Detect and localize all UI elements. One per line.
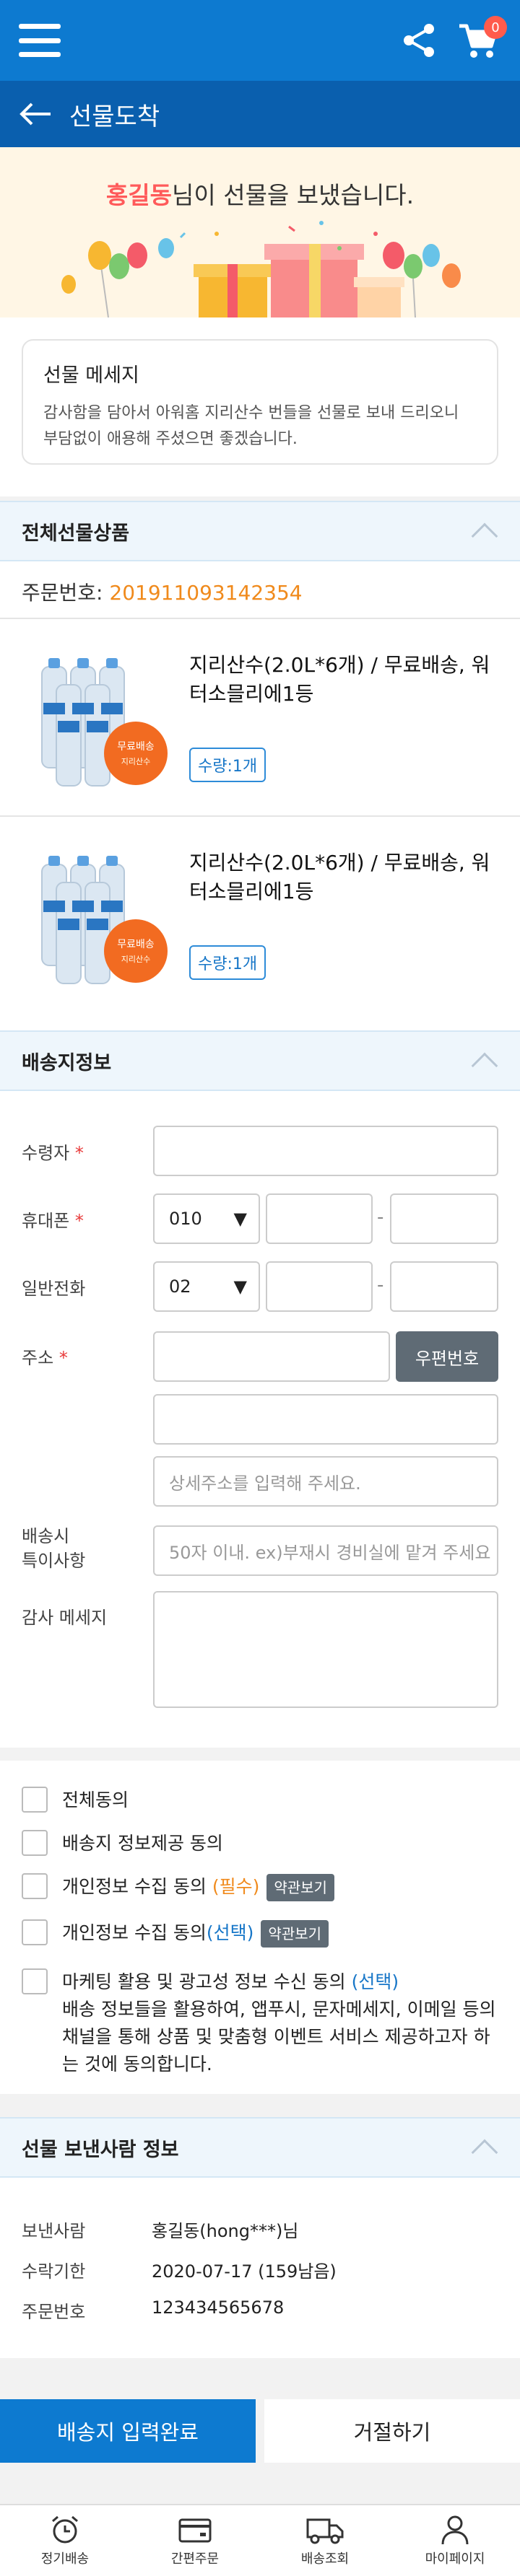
tel-last-input[interactable]	[390, 1261, 498, 1312]
phone-middle-input[interactable]	[266, 1193, 373, 1244]
cart-count-badge: 0	[484, 16, 507, 39]
truck-icon	[306, 2518, 344, 2544]
shipping-section-header[interactable]: 배송지정보	[0, 1030, 520, 1091]
product-image-sub: 지리산수	[121, 757, 150, 766]
page-title: 선물도착	[69, 102, 160, 131]
address-label: 주소 *	[22, 1348, 68, 1368]
chevron-up-icon[interactable]	[471, 1052, 498, 1079]
reject-button[interactable]: 거절하기	[264, 2399, 520, 2463]
agree-marketing-checkbox[interactable]	[22, 1968, 48, 1994]
agree-collect-optional-checkbox[interactable]	[22, 1919, 48, 1945]
agree-all[interactable]: 전체동의	[22, 1787, 129, 1814]
phone-prefix-select[interactable]: 010 ▼	[153, 1193, 260, 1244]
sender-row-label: 주문번호	[22, 2302, 86, 2322]
sender-section-header[interactable]: 선물 보낸사람 정보	[0, 2117, 520, 2178]
card-icon	[178, 2518, 212, 2543]
product-image-sub: 지리산수	[121, 955, 150, 964]
sender-row-label: 수락기한	[22, 2261, 86, 2282]
terms-view-button[interactable]: 약관보기	[261, 1920, 329, 1948]
address-detail-input[interactable]: 상세주소를 입력해 주세요.	[153, 1456, 498, 1507]
product-item[interactable]: 무료배송 지리산수 지리산수(2.0L*6개) / 무료배송, 워터소믈리에1등…	[0, 817, 520, 1012]
receiver-input[interactable]	[153, 1126, 498, 1176]
sender-row-label: 보낸사람	[22, 2221, 86, 2241]
agree-marketing[interactable]: 마케팅 활용 및 광고성 정보 수신 동의 (선택) 배송 정보들을 활용하여, …	[22, 1968, 498, 2078]
delivery-note-input[interactable]: 50자 이내. ex)부재시 경비실에 맡겨 주세요	[153, 1525, 498, 1576]
terms-view-button[interactable]: 약관보기	[266, 1874, 334, 1901]
product-qty: 수량:1개	[189, 748, 266, 782]
product-image: 무료배송 지리산수	[41, 658, 168, 787]
tel-label: 일반전화	[22, 1279, 86, 1299]
products-section-header[interactable]: 전체선물상품	[0, 501, 520, 561]
phone-last-input[interactable]	[390, 1193, 498, 1244]
agree-provide[interactable]: 배송지 정보제공 동의	[22, 1830, 223, 1857]
tab-delivery-tracking[interactable]: 배송조회	[260, 2505, 390, 2576]
back-arrow-icon[interactable]	[19, 102, 52, 126]
alarm-clock-icon	[52, 2515, 78, 2544]
zipcode-input[interactable]	[153, 1331, 390, 1382]
agree-all-checkbox[interactable]	[22, 1787, 48, 1813]
order-number: 주문번호: 201911093142354	[22, 581, 303, 605]
gift-illustration	[61, 221, 461, 317]
agree-collect-required-checkbox[interactable]	[22, 1873, 48, 1899]
person-icon	[441, 2515, 469, 2545]
agree-provide-checkbox[interactable]	[22, 1830, 48, 1856]
share-icon[interactable]	[402, 22, 436, 58]
tel-middle-input[interactable]	[266, 1261, 373, 1312]
sender-row-value: 123434565678	[152, 2297, 285, 2318]
product-image-badge: 무료배송	[117, 741, 155, 753]
address-input[interactable]	[153, 1394, 498, 1445]
product-item[interactable]: 무료배송 지리산수 지리산수(2.0L*6개) / 무료배송, 워터소믈리에1등…	[0, 619, 520, 814]
marketing-description: 배송 정보들을 활용하여, 앱푸시, 문자메세지, 이메일 등의 채널을 통해 …	[62, 1999, 496, 2075]
product-image: 무료배송 지리산수	[41, 856, 168, 984]
product-name: 지리산수(2.0L*6개) / 무료배송, 워터소믈리에1등	[189, 851, 490, 903]
cart-button[interactable]: 0	[458, 16, 507, 61]
app-header: 0	[0, 0, 520, 81]
zipcode-button[interactable]: 우편번호	[396, 1331, 498, 1382]
tab-subscription[interactable]: 정기배송	[0, 2505, 130, 2576]
gift-message-box: 선물 메세지 감사함을 담아서 아워홈 지리산수 번들을 선물로 보내 드리오니…	[22, 339, 498, 465]
chevron-up-icon[interactable]	[471, 2139, 498, 2166]
thanks-message-textarea[interactable]	[153, 1591, 498, 1708]
gift-hero: 홍길동님이 선물을 보냈습니다.	[0, 147, 520, 317]
bottom-tabbar: 정기배송 간편주문 배송조회 마이페이지	[0, 2504, 520, 2576]
chevron-up-icon[interactable]	[471, 522, 498, 550]
tel-prefix-select[interactable]: 02 ▼	[153, 1261, 260, 1312]
phone-label: 휴대폰 *	[22, 1211, 84, 1231]
product-image-badge: 무료배송	[117, 939, 155, 950]
delivery-note-label: 배송시 특이사항	[22, 1526, 86, 1571]
dropdown-arrow-icon: ▼	[233, 1276, 247, 1297]
product-qty: 수량:1개	[189, 945, 266, 980]
menu-icon[interactable]	[19, 24, 61, 57]
receiver-label: 수령자 *	[22, 1143, 84, 1163]
dropdown-arrow-icon: ▼	[233, 1209, 247, 1229]
thanks-message-label: 감사 메세지	[22, 1608, 108, 1628]
submit-address-button[interactable]: 배송지 입력완료	[0, 2399, 256, 2463]
sender-row-value: 2020-07-17 (159남음)	[152, 2261, 337, 2282]
page-titlebar: 선물도착	[0, 81, 520, 147]
sender-row-value: 홍길동(hong***)님	[152, 2221, 299, 2241]
tab-mypage[interactable]: 마이페이지	[390, 2505, 520, 2576]
gift-message-body: 감사함을 담아서 아워홈 지리산수 번들을 선물로 보내 드리오니 부담없이 애…	[43, 404, 459, 448]
agree-collect-required[interactable]: 개인정보 수집 동의 (필수) 약관보기	[22, 1873, 334, 1901]
product-name: 지리산수(2.0L*6개) / 무료배송, 워터소믈리에1등	[189, 653, 490, 706]
gift-message-title: 선물 메세지	[43, 364, 139, 387]
agree-collect-optional[interactable]: 개인정보 수집 동의(선택) 약관보기	[22, 1919, 329, 1948]
tab-quick-order[interactable]: 간편주문	[130, 2505, 260, 2576]
